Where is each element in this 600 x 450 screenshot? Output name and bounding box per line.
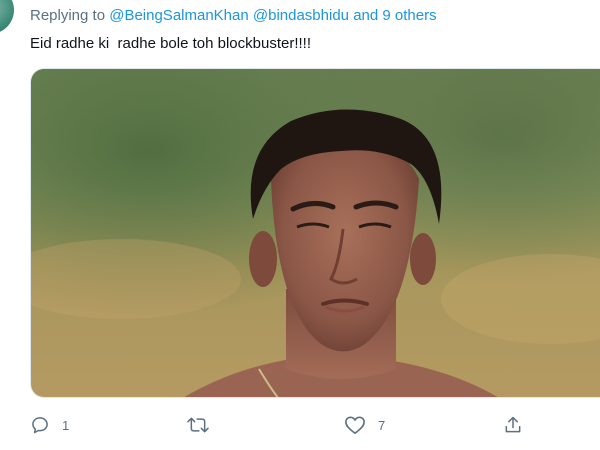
- like-count: 7: [378, 417, 386, 433]
- photo-of-man-image: [31, 69, 600, 397]
- others-link[interactable]: and 9 others: [353, 7, 436, 24]
- heart-icon: [345, 416, 365, 434]
- share-button[interactable]: [503, 410, 535, 440]
- tweet-actions-bar: 1 7: [0, 410, 600, 440]
- mention-link[interactable]: @BeingSalmanKhan: [109, 7, 248, 24]
- reply-button[interactable]: 1: [30, 410, 69, 440]
- replying-to-line: Replying to @BeingSalmanKhan @bindasbhid…: [30, 7, 437, 24]
- like-button[interactable]: 7: [344, 410, 385, 440]
- mention-link[interactable]: @bindasbhidu: [253, 7, 349, 24]
- tweet-text: Eid radhe ki radhe bole toh blockbuster!…: [30, 35, 312, 52]
- retweet-icon: [187, 417, 209, 433]
- tweet-photo[interactable]: [30, 68, 600, 398]
- tweet-card: Replying to @BeingSalmanKhan @bindasbhid…: [0, 0, 600, 450]
- retweet-button[interactable]: [186, 410, 222, 440]
- replying-prefix: Replying to: [30, 7, 106, 24]
- share-icon: [505, 416, 521, 433]
- reply-count: 1: [62, 417, 70, 433]
- reply-icon: [32, 417, 48, 434]
- avatar[interactable]: [0, 0, 14, 34]
